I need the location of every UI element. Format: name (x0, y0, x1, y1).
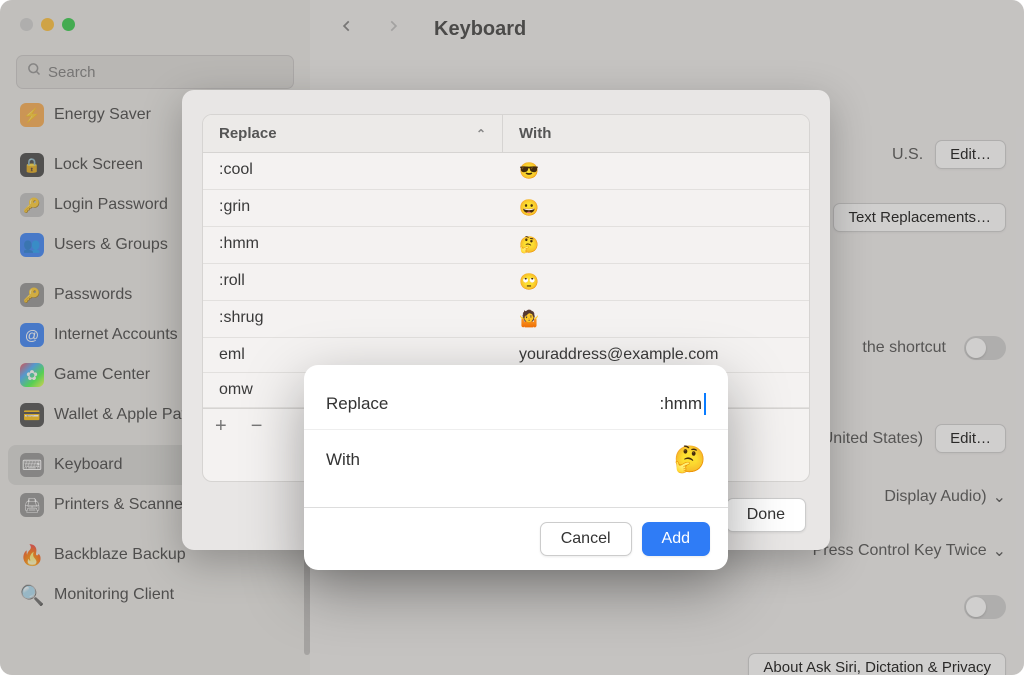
replace-cell: :grin (203, 190, 503, 226)
with-input-value: 🤔 (674, 444, 706, 475)
column-header-with[interactable]: With (503, 115, 809, 152)
done-button[interactable]: Done (726, 498, 806, 532)
passwords-icon: 🔑 (20, 283, 44, 307)
add-button[interactable]: Add (642, 522, 710, 556)
replace-field-row: Replace :hmm (304, 379, 728, 429)
column-header-replace[interactable]: Replace ⌃ (203, 115, 503, 152)
sidebar-item-label: Energy Saver (54, 106, 151, 124)
sidebar-item-label: Backblaze Backup (54, 546, 186, 564)
search-input[interactable] (48, 64, 283, 81)
text-replacements-button[interactable]: Text Replacements… (833, 203, 1006, 232)
internet-accounts-icon: @ (20, 323, 44, 347)
page-title: Keyboard (434, 18, 526, 41)
login-password-icon: 🔑 (20, 193, 44, 217)
printers-icon: 🖨 (20, 493, 44, 517)
shortcut-toggle[interactable] (964, 336, 1006, 360)
with-cell: 🙄 (503, 264, 809, 300)
energy-saver-icon: ⚡ (20, 103, 44, 127)
with-cell: 😎 (503, 153, 809, 189)
popup-arrows-icon: ⌄ (993, 541, 1006, 561)
dictation-shortcut-popup[interactable]: Press Control Key Twice ⌄ (813, 541, 1006, 561)
with-field-row: With 🤔 (304, 429, 728, 489)
table-row[interactable]: :shrug 🤷 (203, 301, 809, 338)
replace-cell: :cool (203, 153, 503, 189)
sidebar-item-label: Monitoring Client (54, 586, 174, 604)
popup-arrows-icon: ⌄ (993, 487, 1006, 507)
forward-button[interactable] (380, 12, 406, 46)
sidebar-item-label: Lock Screen (54, 156, 143, 174)
sidebar-item-label: Keyboard (54, 456, 123, 474)
text-cursor (704, 393, 706, 415)
replace-cell: :roll (203, 264, 503, 300)
modal-form: Replace :hmm With 🤔 (304, 365, 728, 503)
remove-replacement-button[interactable]: − (239, 409, 275, 444)
table-row[interactable]: :roll 🙄 (203, 264, 809, 301)
modal-actions: Cancel Add (304, 508, 728, 570)
replace-input-value: :hmm (660, 394, 703, 414)
sort-ascending-icon: ⌃ (476, 127, 486, 141)
close-window-button[interactable] (20, 18, 33, 31)
add-replacement-modal: Replace :hmm With 🤔 Cancel Add (304, 365, 728, 570)
sidebar-item-monitoring-client[interactable]: 🔍 Monitoring Client (8, 575, 302, 615)
microphone-source-popup[interactable]: Display Audio) ⌄ (884, 487, 1006, 507)
zoom-window-button[interactable] (62, 18, 75, 31)
add-replacement-button[interactable]: + (203, 409, 239, 444)
lock-screen-icon: 🔒 (20, 153, 44, 177)
back-button[interactable] (334, 12, 360, 46)
table-header: Replace ⌃ With (203, 115, 809, 153)
dictation-toggle[interactable] (964, 595, 1006, 619)
wallet-icon: 💳 (20, 403, 44, 427)
backblaze-icon: 🔥 (20, 543, 44, 567)
monitoring-icon: 🔍 (20, 583, 44, 607)
edit-region-button[interactable]: Edit… (935, 424, 1006, 453)
search-field[interactable] (16, 55, 294, 89)
shortcut-text: the shortcut (862, 339, 946, 357)
with-cell: 😀 (503, 190, 809, 226)
search-icon (27, 62, 42, 82)
with-field-label: With (326, 450, 360, 470)
replace-cell: :shrug (203, 301, 503, 337)
cancel-button[interactable]: Cancel (540, 522, 632, 556)
with-cell: 🤔 (503, 227, 809, 263)
minimize-window-button[interactable] (41, 18, 54, 31)
with-cell: 🤷 (503, 301, 809, 337)
with-input[interactable]: 🤔 (674, 444, 706, 475)
system-settings-window: ⚡ Energy Saver 🔒 Lock Screen 🔑 Login Pas… (0, 0, 1024, 675)
replace-cell: :hmm (203, 227, 503, 263)
sidebar-item-label: Login Password (54, 196, 168, 214)
replace-input[interactable]: :hmm (660, 393, 707, 415)
about-siri-dictation-button[interactable]: About Ask Siri, Dictation & Privacy (748, 653, 1006, 675)
toolbar: Keyboard (310, 0, 1024, 46)
sidebar-item-label: Passwords (54, 286, 132, 304)
sidebar-item-label: Wallet & Apple Pay (54, 406, 189, 424)
table-row[interactable]: :grin 😀 (203, 190, 809, 227)
table-row[interactable]: :hmm 🤔 (203, 227, 809, 264)
edit-input-sources-button[interactable]: Edit… (935, 140, 1006, 169)
sidebar-item-label: Users & Groups (54, 236, 168, 254)
keyboard-icon: ⌨ (20, 453, 44, 477)
table-row[interactable]: :cool 😎 (203, 153, 809, 190)
users-groups-icon: 👥 (20, 233, 44, 257)
sidebar-item-label: Internet Accounts (54, 326, 178, 344)
sidebar-item-label: Printers & Scanners (54, 496, 196, 514)
region-text: United States) (822, 430, 923, 448)
input-source-label: U.S. (892, 146, 923, 164)
sidebar-item-label: Game Center (54, 366, 150, 384)
replace-field-label: Replace (326, 394, 388, 414)
traffic-lights (20, 18, 75, 31)
sheet-actions: Done (726, 498, 806, 532)
game-center-icon: ✿ (20, 363, 44, 387)
